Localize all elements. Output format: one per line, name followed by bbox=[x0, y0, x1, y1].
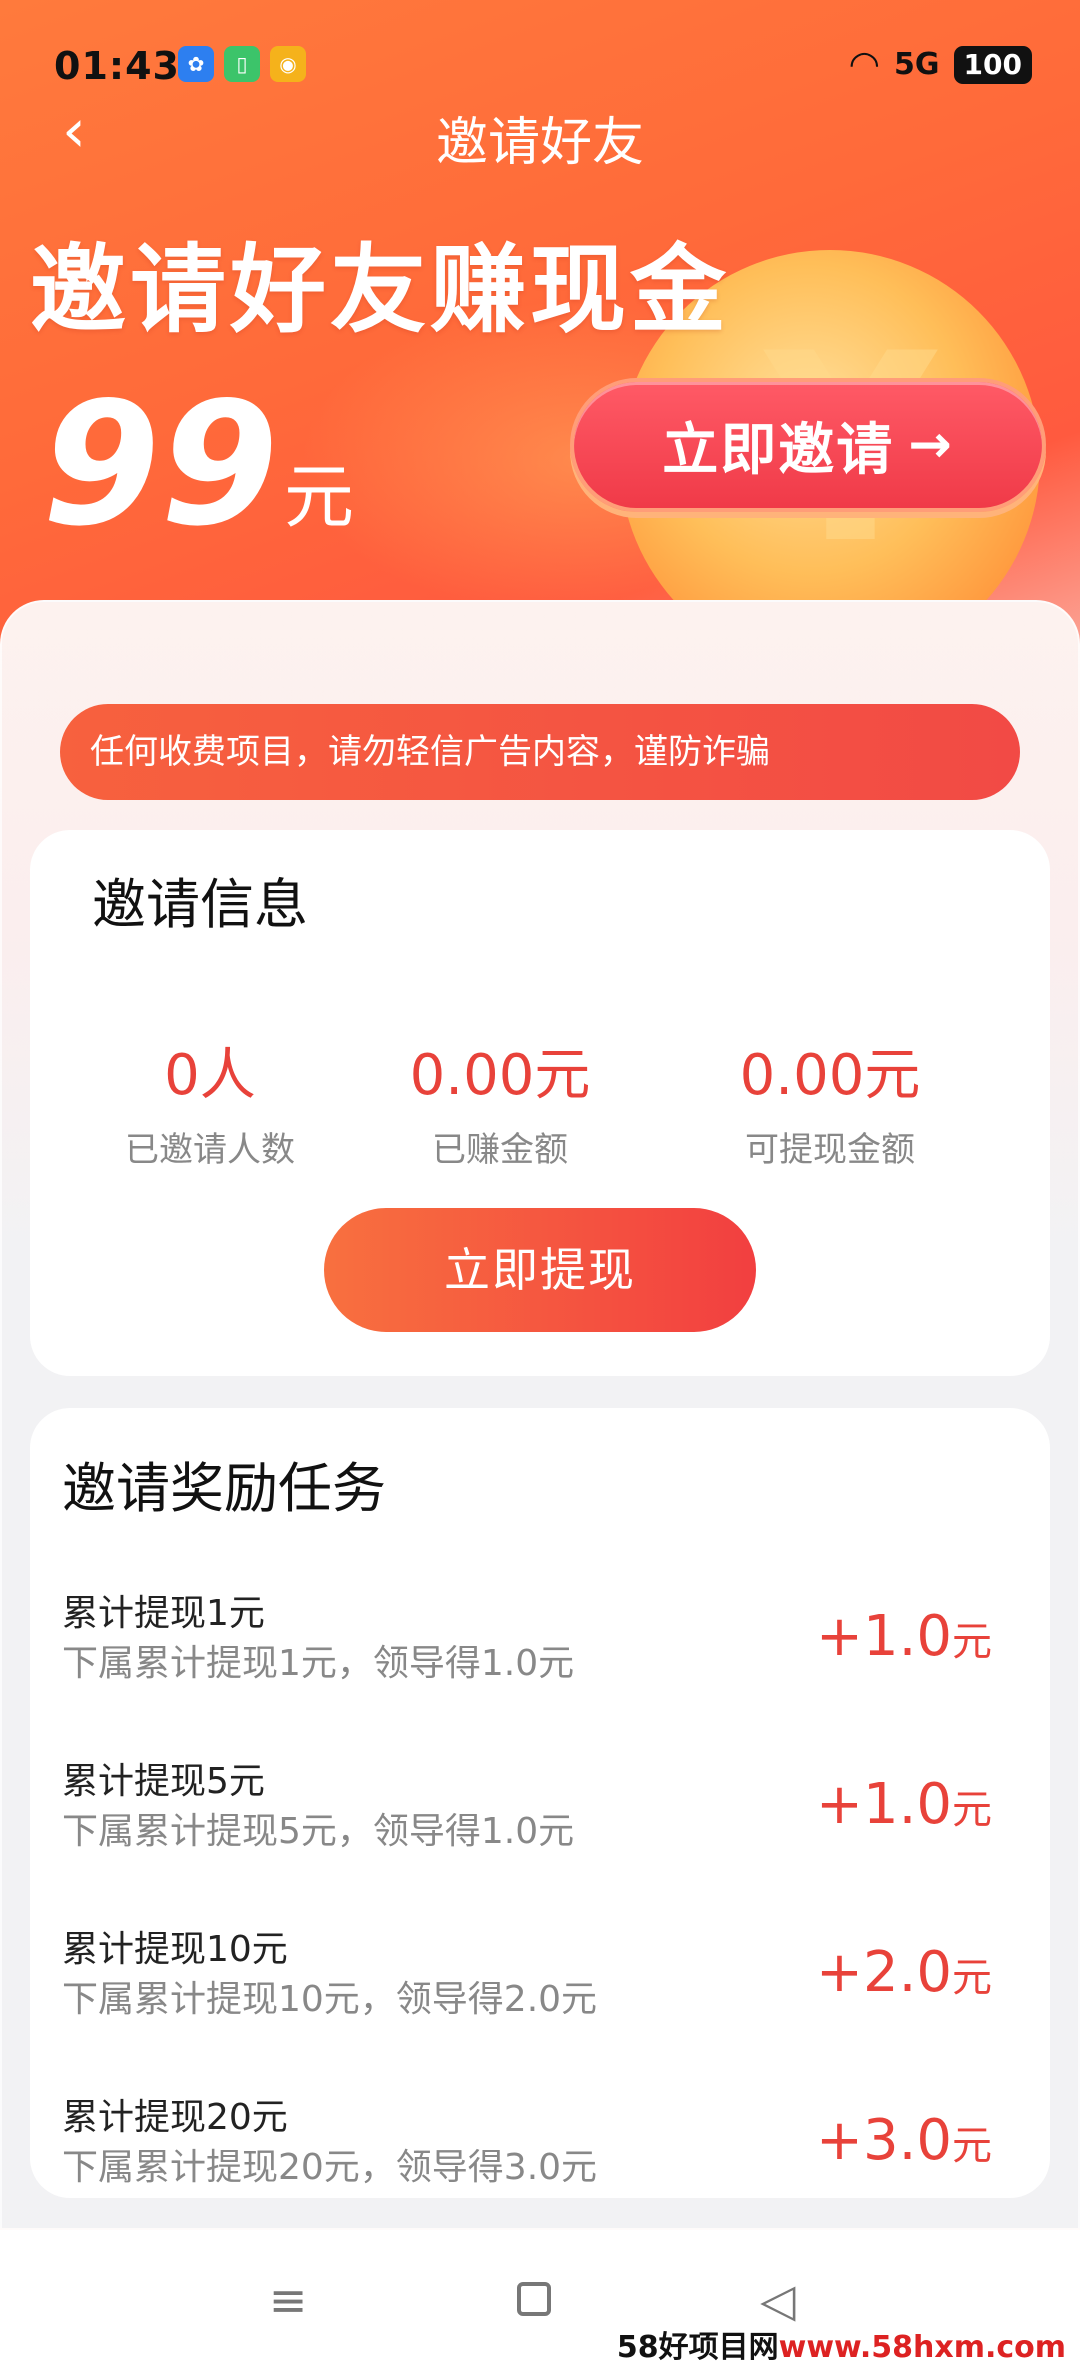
task-description: 下属累计提现5元，领导得1.0元 bbox=[62, 1811, 575, 1852]
task-reward-unit: 元 bbox=[952, 1955, 992, 2001]
watermark-url: www.58hxm.com bbox=[778, 2330, 1066, 2362]
stat-label: 已邀请人数 bbox=[125, 1130, 295, 1170]
reward-tasks-title: 邀请奖励任务 bbox=[62, 1457, 386, 1520]
task-description: 下属累计提现1元，领导得1.0元 bbox=[62, 1643, 575, 1684]
task-description: 下属累计提现20元，领导得3.0元 bbox=[62, 2147, 598, 2188]
battery-app-icon: ▯ bbox=[224, 46, 260, 82]
invite-button-label: 立即邀请 bbox=[662, 417, 895, 483]
task-reward: +3.0元 bbox=[816, 2108, 992, 2173]
status-indicators: ◠ 5G 100 bbox=[849, 44, 1032, 85]
task-reward-value: +2.0 bbox=[816, 1940, 952, 2005]
task-reward: +1.0元 bbox=[816, 1772, 992, 1837]
hero-headline: 邀请好友赚现金 bbox=[30, 234, 730, 346]
page-title: 邀请好友 bbox=[435, 113, 644, 173]
stat-value: 0人 bbox=[164, 1043, 256, 1108]
notification-icons: ✿ ▯ ◉ bbox=[178, 46, 306, 82]
task-title: 累计提现1元 bbox=[62, 1593, 265, 1634]
task-row: 累计提现20元 下属累计提现20元，领导得3.0元 +3.0元 bbox=[62, 2088, 1012, 2208]
task-reward-value: +1.0 bbox=[816, 1604, 952, 1669]
reward-tasks-card: 邀请奖励任务 累计提现1元 下属累计提现1元，领导得1.0元 +1.0元 累计提… bbox=[30, 1408, 1050, 2198]
task-reward: +2.0元 bbox=[816, 1940, 992, 2005]
back-triangle-icon[interactable]: ◁ bbox=[748, 2270, 808, 2330]
stat-value: 0.00元 bbox=[739, 1043, 921, 1108]
stat-earned-amount: 0.00元 已赚金额 bbox=[350, 1030, 650, 1171]
battery-indicator: 100 bbox=[953, 45, 1032, 84]
pinwheel-app-icon: ✿ bbox=[178, 46, 214, 82]
status-time: 01:43 bbox=[54, 44, 180, 88]
task-reward-unit: 元 bbox=[952, 2123, 992, 2169]
home-icon[interactable] bbox=[504, 2270, 564, 2330]
stat-value: 0.00元 bbox=[409, 1043, 591, 1108]
nav-header: ‹ 邀请好友 bbox=[0, 90, 1080, 173]
cellular-signal-icon: 5G bbox=[894, 47, 940, 82]
invite-now-button[interactable]: 立即邀请 → bbox=[570, 378, 1046, 512]
task-title: 累计提现5元 bbox=[62, 1761, 265, 1802]
task-reward-unit: 元 bbox=[952, 1787, 992, 1833]
reward-unit: 元 bbox=[284, 456, 354, 538]
task-title: 累计提现20元 bbox=[62, 2097, 288, 2138]
invite-info-card: 邀请信息 0人 已邀请人数 0.00元 已赚金额 0.00元 可提现金额 立即提… bbox=[30, 830, 1050, 1376]
stat-label: 可提现金额 bbox=[745, 1130, 915, 1170]
task-row: 累计提现1元 下属累计提现1元，领导得1.0元 +1.0元 bbox=[62, 1584, 1012, 1704]
task-reward-value: +3.0 bbox=[816, 2108, 952, 2173]
task-row: 累计提现10元 下属累计提现10元，领导得2.0元 +2.0元 bbox=[62, 1920, 1012, 2040]
invite-stats: 0人 已邀请人数 0.00元 已赚金额 0.00元 可提现金额 bbox=[70, 1030, 1010, 1171]
invite-info-title: 邀请信息 bbox=[92, 873, 308, 936]
scam-warning-banner: 任何收费项目，请勿轻信广告内容，谨防诈骗 bbox=[60, 704, 1020, 800]
withdraw-now-button[interactable]: 立即提现 bbox=[324, 1208, 756, 1332]
stat-invited-count: 0人 已邀请人数 bbox=[70, 1030, 350, 1171]
task-reward-unit: 元 bbox=[952, 1619, 992, 1665]
site-watermark: 58好项目网www.58hxm.com bbox=[617, 2322, 1066, 2362]
stat-label: 已赚金额 bbox=[432, 1130, 568, 1170]
stat-withdrawable-amount: 0.00元 可提现金额 bbox=[650, 1030, 1010, 1171]
wifi-icon: ◠ bbox=[848, 44, 881, 85]
weibo-app-icon: ◉ bbox=[270, 46, 306, 82]
task-row: 累计提现5元 下属累计提现5元，领导得1.0元 +1.0元 bbox=[62, 1752, 1012, 1872]
menu-icon[interactable]: ≡ bbox=[258, 2270, 318, 2330]
task-title: 累计提现10元 bbox=[62, 1929, 288, 1970]
task-reward-value: +1.0 bbox=[816, 1772, 952, 1837]
task-reward: +1.0元 bbox=[816, 1604, 992, 1669]
watermark-prefix: 58好项目网 bbox=[616, 2330, 779, 2362]
arrow-right-icon: → bbox=[908, 415, 954, 475]
task-description: 下属累计提现10元，领导得2.0元 bbox=[62, 1979, 598, 2020]
reward-amount: 99 bbox=[42, 366, 279, 564]
